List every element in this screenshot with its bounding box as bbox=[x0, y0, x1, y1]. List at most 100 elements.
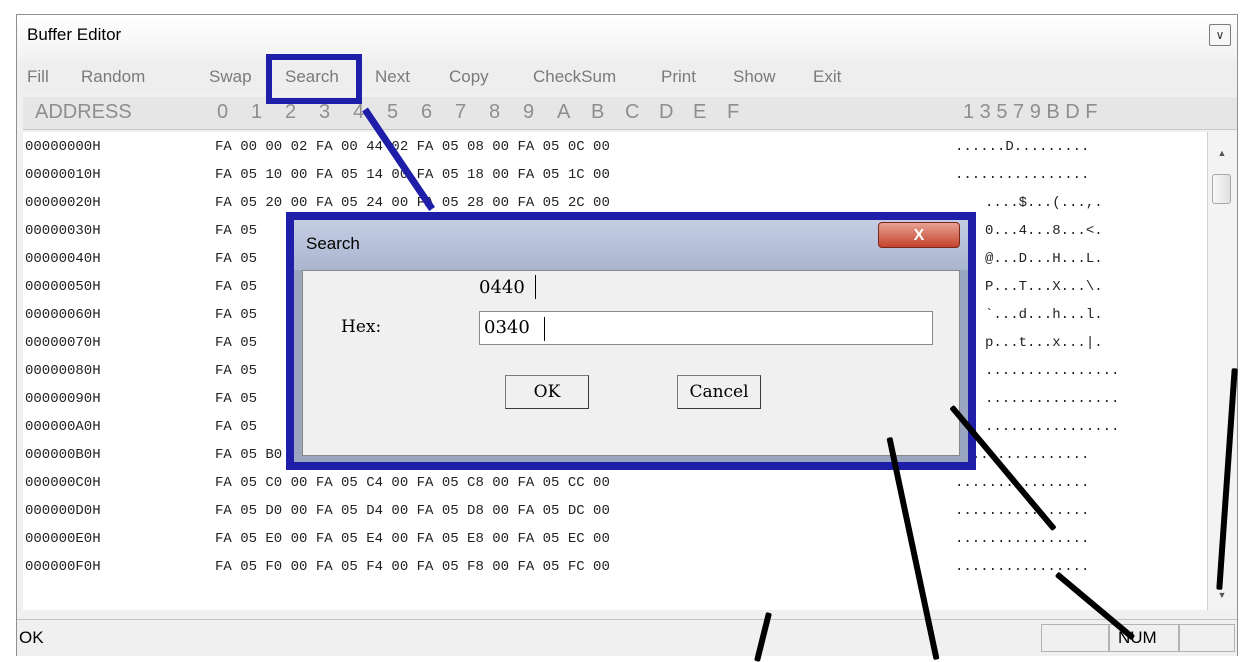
row-address: 000000C0H bbox=[25, 475, 101, 491]
row-bytes: FA 00 00 02 FA 00 44 02 FA 05 08 00 FA 0… bbox=[215, 139, 610, 155]
hex-col-5: 5 bbox=[387, 101, 399, 123]
row-bytes: FA 05 20 00 FA 05 24 00 FA 05 28 00 FA 0… bbox=[215, 195, 610, 211]
previous-search-value: 0440 bbox=[479, 277, 525, 298]
row-ascii: ................ bbox=[985, 419, 1120, 435]
menu-random[interactable]: Random bbox=[81, 67, 145, 87]
row-ascii: ................ bbox=[955, 503, 1090, 519]
row-ascii: `...d...h...l. bbox=[985, 307, 1103, 323]
text-caret bbox=[544, 317, 545, 341]
hex-input[interactable]: 0340 bbox=[479, 311, 933, 345]
hex-col-2: 2 bbox=[285, 101, 297, 123]
column-header: ADDRESS 0 1 2 3 4 5 6 7 8 9 A B C D E F … bbox=[23, 97, 1237, 130]
menu-fill[interactable]: Fill bbox=[27, 67, 49, 87]
hex-col-7: 7 bbox=[455, 101, 467, 123]
window-title: Buffer Editor bbox=[27, 25, 122, 44]
hex-col-c: C bbox=[625, 101, 640, 123]
row-address: 000000A0H bbox=[25, 419, 101, 435]
scroll-down-icon[interactable]: ▼ bbox=[1208, 590, 1236, 600]
text-caret bbox=[535, 275, 536, 299]
scroll-up-icon[interactable]: ▲ bbox=[1208, 148, 1236, 158]
menu-bar: Fill Random Swap Search Next Copy CheckS… bbox=[23, 63, 1237, 93]
row-address: 00000010H bbox=[25, 167, 101, 183]
menu-exit[interactable]: Exit bbox=[813, 67, 841, 87]
hex-col-f: F bbox=[727, 101, 740, 123]
menu-next[interactable]: Next bbox=[375, 67, 410, 87]
hex-col-9: 9 bbox=[523, 101, 535, 123]
row-ascii: ................ bbox=[955, 167, 1090, 183]
row-bytes: FA 05 bbox=[215, 335, 258, 351]
row-ascii: ................ bbox=[955, 531, 1090, 547]
row-ascii: 0...4...8...<. bbox=[985, 223, 1103, 239]
row-address: 00000000H bbox=[25, 139, 101, 155]
row-bytes: FA 05 bbox=[215, 307, 258, 323]
hex-input-value: 0340 bbox=[484, 317, 530, 338]
dialog-close-icon[interactable]: X bbox=[878, 222, 960, 248]
row-bytes: FA 05 bbox=[215, 391, 258, 407]
table-row[interactable]: 000000C0H FA 05 C0 00 FA 05 C4 00 FA 05 C… bbox=[23, 472, 1207, 494]
row-ascii: ....$...(...,. bbox=[985, 195, 1103, 211]
table-row[interactable]: 00000010H FA 05 10 00 FA 05 14 00 FA 05 1… bbox=[23, 164, 1207, 186]
menu-print[interactable]: Print bbox=[661, 67, 696, 87]
ok-button[interactable]: OK bbox=[505, 375, 589, 409]
row-bytes: FA 05 bbox=[215, 251, 258, 267]
row-bytes: FA 05 bbox=[215, 223, 258, 239]
search-menu-highlight bbox=[266, 54, 362, 104]
ascii-header: 1 3 5 7 9 B D F bbox=[963, 101, 1098, 123]
row-ascii: ................ bbox=[985, 391, 1120, 407]
title-bar: Buffer Editor ∨ bbox=[17, 15, 1237, 59]
row-address: 000000F0H bbox=[25, 559, 101, 575]
row-bytes: FA 05 bbox=[215, 419, 258, 435]
row-bytes: FA 05 D0 00 FA 05 D4 00 FA 05 D8 00 FA 0… bbox=[215, 503, 610, 519]
row-bytes: FA 05 E0 00 FA 05 E4 00 FA 05 E8 00 FA 0… bbox=[215, 531, 610, 547]
row-ascii: @...D...H...L. bbox=[985, 251, 1103, 267]
row-ascii: ................ bbox=[985, 363, 1120, 379]
status-text: OK bbox=[19, 628, 44, 647]
row-bytes: FA 05 bbox=[215, 363, 258, 379]
row-address: 00000050H bbox=[25, 279, 101, 295]
hex-col-1: 1 bbox=[251, 101, 263, 123]
menu-show[interactable]: Show bbox=[733, 67, 776, 87]
status-pane-blank bbox=[1179, 624, 1235, 652]
hex-col-d: D bbox=[659, 101, 674, 123]
row-ascii: ......D......... bbox=[955, 139, 1090, 155]
menu-copy[interactable]: Copy bbox=[449, 67, 489, 87]
row-ascii: P...T...X...\. bbox=[985, 279, 1103, 295]
row-address: 00000030H bbox=[25, 223, 101, 239]
table-row[interactable]: 000000F0H FA 05 F0 00 FA 05 F4 00 FA 05 F… bbox=[23, 556, 1207, 578]
row-ascii: ................ bbox=[955, 559, 1090, 575]
scroll-thumb[interactable] bbox=[1212, 174, 1231, 204]
hex-col-a: A bbox=[557, 101, 571, 123]
cancel-button[interactable]: Cancel bbox=[677, 375, 761, 409]
hex-col-b: B bbox=[591, 101, 605, 123]
menu-swap[interactable]: Swap bbox=[209, 67, 252, 87]
row-address: 00000070H bbox=[25, 335, 101, 351]
search-dialog: Search X 0440 Hex: 0340 OK Cancel bbox=[286, 212, 976, 470]
dialog-title: Search bbox=[306, 234, 360, 253]
close-icon[interactable]: ∨ bbox=[1209, 24, 1231, 46]
table-row[interactable]: 00000000H FA 00 00 02 FA 00 44 02 FA 05 0… bbox=[23, 136, 1207, 158]
status-pane-blank bbox=[1041, 624, 1109, 652]
hex-label: Hex: bbox=[341, 317, 382, 337]
row-bytes: FA 05 bbox=[215, 279, 258, 295]
row-ascii: p...t...x...|. bbox=[985, 335, 1103, 351]
hex-col-3: 3 bbox=[319, 101, 331, 123]
menu-checksum[interactable]: CheckSum bbox=[533, 67, 616, 87]
row-address: 00000020H bbox=[25, 195, 101, 211]
row-address: 00000040H bbox=[25, 251, 101, 267]
row-address: 000000E0H bbox=[25, 531, 101, 547]
row-address: 00000090H bbox=[25, 391, 101, 407]
hex-col-e: E bbox=[693, 101, 707, 123]
hex-col-6: 6 bbox=[421, 101, 433, 123]
row-bytes: FA 05 F0 00 FA 05 F4 00 FA 05 F8 00 FA 0… bbox=[215, 559, 610, 575]
row-address: 000000B0H bbox=[25, 447, 101, 463]
table-row[interactable]: 000000E0H FA 05 E0 00 FA 05 E4 00 FA 05 E… bbox=[23, 528, 1207, 550]
dialog-body: 0440 Hex: 0340 OK Cancel bbox=[302, 270, 960, 456]
row-address: 00000080H bbox=[25, 363, 101, 379]
row-address: 000000D0H bbox=[25, 503, 101, 519]
hex-col-0: 0 bbox=[217, 101, 229, 123]
status-bar: OK NUM bbox=[17, 619, 1237, 656]
hex-col-8: 8 bbox=[489, 101, 501, 123]
address-header: ADDRESS bbox=[35, 101, 132, 123]
row-address: 00000060H bbox=[25, 307, 101, 323]
table-row[interactable]: 00000020H FA 05 20 00 FA 05 24 00 FA 05 2… bbox=[23, 192, 1207, 214]
